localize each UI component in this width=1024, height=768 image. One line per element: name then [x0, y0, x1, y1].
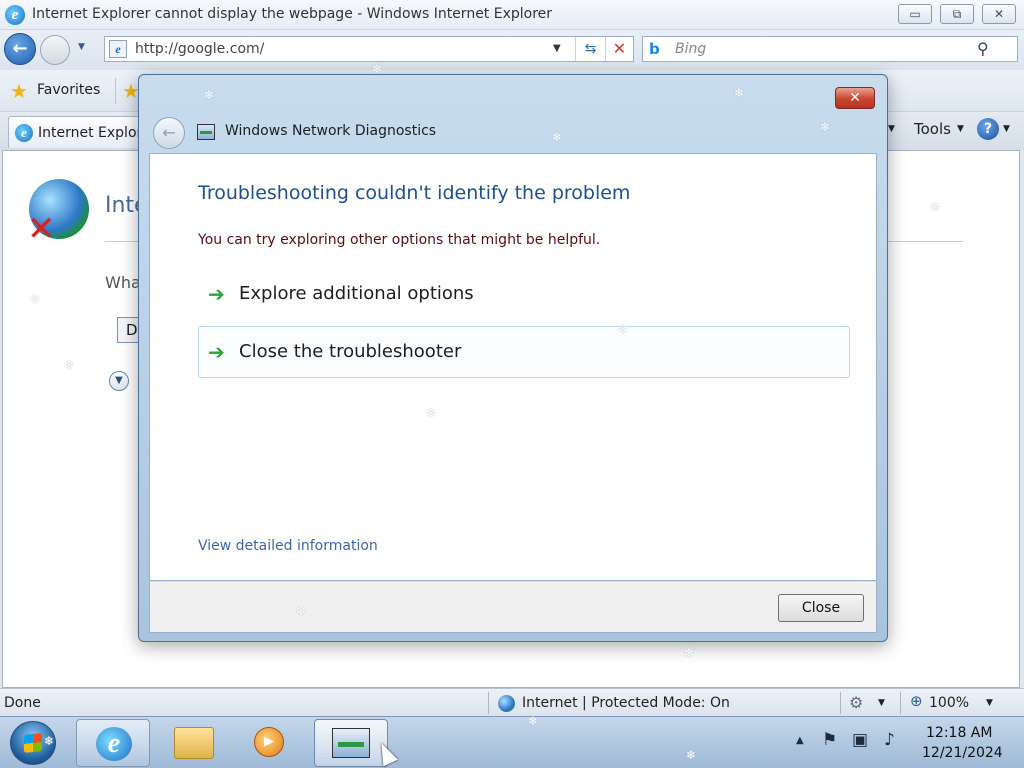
dialog-close-button[interactable]: ✕	[835, 87, 875, 109]
show-hidden-icons[interactable]: ▲	[796, 735, 804, 746]
security-dropdown-icon[interactable]: ▼	[878, 698, 885, 708]
window-title: Internet Explorer cannot display the web…	[32, 6, 553, 22]
taskbar-network-diagnostics[interactable]	[314, 719, 388, 767]
search-input[interactable]: Bing	[675, 41, 706, 57]
snowflake-decoration: ❄	[552, 130, 563, 144]
tab-title: Internet Explore	[38, 125, 151, 141]
address-input[interactable]: http://google.com/	[135, 41, 264, 57]
search-icon[interactable]: ⚲	[977, 39, 989, 58]
restore-button[interactable]: ⧉	[940, 4, 974, 24]
snowflake-decoration: ❄	[618, 322, 629, 336]
status-divider	[488, 692, 489, 714]
refresh-icon[interactable]: ⇆	[575, 37, 605, 61]
toolbar-divider	[115, 78, 116, 104]
star-icon[interactable]: ★	[10, 79, 28, 103]
green-arrow-icon: ➔	[208, 340, 225, 364]
bing-icon: b	[649, 40, 660, 58]
tools-menu[interactable]: Tools	[914, 120, 951, 138]
clock-time[interactable]: 12:18 AM	[926, 725, 992, 741]
snowflake-decoration: ❄	[734, 86, 745, 100]
status-text: Done	[4, 695, 41, 711]
page-menu-dropdown[interactable]: ▼	[888, 124, 895, 134]
snowflake-decoration: ❄	[30, 292, 41, 306]
search-box[interactable]: b Bing ⚲	[642, 36, 1018, 62]
navigation-bar: ← ▼ e http://google.com/ ▼ ⇆ ✕ b Bing ⚲	[0, 30, 1024, 70]
internet-explorer-icon: e	[5, 5, 25, 25]
dialog-body: Troubleshooting couldn't identify the pr…	[149, 153, 877, 581]
zoom-level[interactable]: 100%	[929, 695, 969, 711]
address-dropdown[interactable]: ▼	[553, 43, 561, 54]
network-diagnostics-icon	[332, 728, 370, 758]
status-bar: Done Internet | Protected Mode: On ⚙ ▼ ⊕…	[0, 688, 1024, 716]
page-question: Wha	[105, 273, 141, 292]
page-icon: e	[109, 40, 127, 58]
clock-date[interactable]: 12/21/2024	[922, 745, 1003, 761]
snowflake-decoration: ❄	[930, 200, 941, 214]
green-arrow-icon: ➔	[208, 282, 225, 306]
close-troubleshooter-button[interactable]: ➔ Close the troubleshooter	[198, 326, 850, 378]
protected-mode-icon[interactable]: ⚙	[849, 693, 863, 712]
snowflake-decoration: ❄	[44, 734, 55, 748]
help-dropdown-icon[interactable]: ▼	[1003, 124, 1010, 134]
windows-explorer-icon[interactable]	[174, 727, 214, 759]
volume-icon[interactable]: ♪	[884, 730, 895, 750]
taskbar-internet-explorer[interactable]: e	[76, 719, 150, 767]
ie-title-bar: e Internet Explorer cannot display the w…	[0, 0, 1024, 30]
security-zone[interactable]: Internet | Protected Mode: On	[522, 695, 730, 711]
snowflake-decoration: ❄	[820, 120, 831, 134]
dialog-back-icon[interactable]: ←	[153, 117, 185, 149]
taskbar: e ▶ ▲ ⚑ ▣ ♪ 12:18 AM 12/21/2024	[0, 716, 1024, 768]
action-center-flag-icon[interactable]: ⚑	[822, 730, 837, 750]
snowflake-decoration: ❄	[684, 646, 695, 660]
browser-tab[interactable]: e Internet Explore	[8, 116, 158, 148]
snowflake-decoration: ❄	[686, 748, 697, 762]
snowflake-decoration: ❄	[426, 406, 437, 420]
internet-explorer-icon: e	[96, 727, 132, 761]
dialog-heading: Troubleshooting couldn't identify the pr…	[198, 182, 631, 204]
option-label: Close the troubleshooter	[239, 341, 462, 362]
snowflake-decoration: ❄	[528, 714, 539, 728]
dialog-title: Windows Network Diagnostics	[225, 123, 437, 139]
snowflake-decoration: ❄	[372, 62, 383, 76]
snowflake-decoration: ❄	[64, 358, 75, 372]
network-icon[interactable]: ▣	[852, 730, 868, 750]
back-button[interactable]: ←	[4, 33, 36, 65]
error-x-icon: ✕	[27, 209, 56, 249]
forward-button[interactable]	[40, 35, 70, 65]
internet-zone-icon	[498, 695, 515, 712]
zoom-icon[interactable]: ⊕	[910, 692, 923, 710]
status-divider	[900, 692, 901, 714]
network-diagnostics-icon	[197, 124, 215, 140]
dialog-footer: Close	[149, 581, 877, 633]
option-label: Explore additional options	[239, 283, 474, 304]
favorites-button[interactable]: Favorites	[37, 82, 100, 98]
view-details-link[interactable]: View detailed information	[198, 538, 378, 554]
status-divider	[840, 692, 841, 714]
minimize-button[interactable]: ▭	[898, 4, 932, 24]
window-close-button[interactable]: ✕	[982, 4, 1016, 24]
internet-explorer-icon: e	[15, 124, 33, 142]
help-icon[interactable]: ?	[977, 118, 999, 140]
recent-pages-dropdown[interactable]: ▼	[78, 42, 85, 52]
zoom-dropdown-icon[interactable]: ▼	[986, 698, 993, 708]
network-diagnostics-dialog: ✕ ← Windows Network Diagnostics Troubles…	[138, 74, 888, 642]
snowflake-decoration: ❄	[204, 88, 215, 102]
dialog-subtitle: You can try exploring other options that…	[198, 232, 601, 248]
tools-dropdown-icon[interactable]: ▼	[957, 124, 964, 134]
close-button[interactable]: Close	[778, 594, 864, 622]
media-player-icon[interactable]: ▶	[254, 727, 284, 757]
stop-icon[interactable]: ✕	[605, 37, 633, 61]
snowflake-decoration: ❄	[296, 604, 307, 618]
address-bar[interactable]: e http://google.com/ ▼ ⇆ ✕	[104, 36, 634, 62]
explore-options-button[interactable]: ➔ Explore additional options	[198, 268, 850, 320]
more-info-icon[interactable]: ▼	[109, 371, 129, 391]
